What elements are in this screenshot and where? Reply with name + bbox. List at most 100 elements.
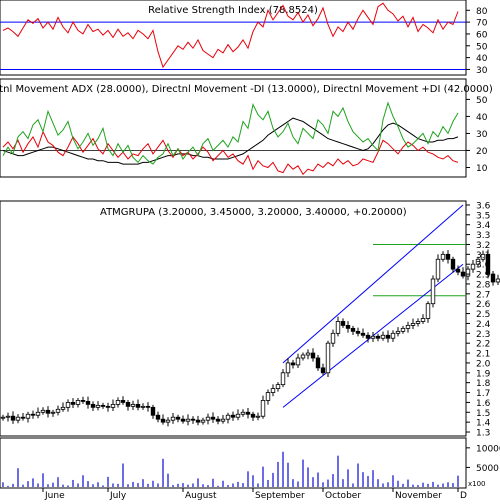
candle-body: [220, 418, 226, 422]
candle-body: [170, 416, 176, 421]
rsi-y-axis-tick-label: 70: [476, 19, 488, 29]
dmi-y-axis-tick-label: 40: [476, 113, 488, 123]
candle-body: [385, 334, 391, 339]
x-axis-month-label: November: [395, 491, 442, 500]
candle-body: [240, 411, 246, 415]
x-axis: June July August September October November D: [42, 488, 467, 501]
candle-body: [465, 268, 471, 277]
price-y-axis-tick-label: 2.1: [476, 350, 490, 360]
candle-body: [445, 253, 451, 260]
candle-body: [300, 354, 306, 359]
candle-body: [355, 330, 361, 334]
candle-body: [330, 332, 336, 344]
x-axis-month-label: August: [185, 491, 217, 500]
price-y-axis-tick-label: 2.5: [476, 310, 490, 320]
volume-y-axis-tick-label: 10000: [476, 444, 500, 454]
price-y-axis-tick-label: 2.6: [476, 300, 491, 310]
candle-body: [80, 400, 86, 402]
candle-body: [365, 334, 371, 339]
rsi-y-axis-tick-label: 30: [476, 66, 488, 76]
candle-body: [305, 352, 311, 356]
candle-body: [200, 419, 206, 423]
price-y-axis-tick-label: 3.2: [476, 241, 490, 251]
candle-body: [310, 352, 316, 359]
candle-body: [495, 278, 500, 283]
rsi-y-axis-tick-label: 40: [476, 54, 488, 64]
candle-body: [370, 335, 376, 339]
price-y-axis-tick-label: 3.6: [476, 201, 491, 211]
candle-body: [400, 327, 406, 332]
x-axis-month-label: July: [109, 491, 127, 500]
rsi-panel: Relative Strength Index (78.8524) 30 40 50…: [0, 0, 488, 76]
candle-body: [40, 409, 46, 413]
price-y-axis-tick-label: 2.0: [476, 359, 491, 369]
price-y-axis-tick-label: 2.9: [476, 271, 491, 281]
candle-body: [315, 357, 321, 369]
candle-body: [60, 406, 66, 410]
candle-body: [90, 403, 96, 408]
candle-body: [455, 268, 461, 273]
candle-body: [340, 321, 346, 326]
candle-body: [165, 419, 171, 423]
price-y-axis-tick-label: 1.9: [476, 369, 491, 379]
candle-body: [250, 413, 256, 418]
price-y-axis-tick-label: 1.8: [476, 379, 491, 389]
candle-body: [105, 405, 111, 408]
candle-body: [230, 414, 236, 418]
candle-body: [175, 416, 181, 420]
candle-body: [65, 402, 71, 408]
candle-body: [270, 388, 276, 393]
candle-body: [5, 415, 11, 418]
x-axis-month-label: June: [44, 491, 65, 500]
candle-body: [290, 362, 296, 366]
candle-body: [460, 271, 466, 277]
candle-body: [85, 401, 91, 405]
candle-body: [285, 362, 291, 374]
candle-body: [470, 263, 476, 270]
candle-body: [435, 258, 441, 280]
price-y-axis-tick-label: 3.5: [476, 211, 490, 221]
candle-body: [235, 413, 241, 418]
x-axis-month-label: D: [460, 491, 467, 500]
candle-body: [20, 416, 26, 419]
candle-body: [335, 321, 341, 334]
chart-canvas: Relative Strength Index (78.8524) 30 40 50…: [0, 0, 500, 501]
candle-body: [210, 416, 216, 420]
candle-body: [255, 415, 261, 418]
candle-body: [180, 418, 186, 422]
rsi-panel-title: Relative Strength Index (78.8524): [148, 5, 318, 16]
price-y-axis-tick-label: 2.4: [476, 320, 491, 330]
price-panel: ATMGRUPA (3.20000, 3.45000, 3.20000, 3.4…: [0, 200, 500, 439]
candle-body: [55, 408, 61, 413]
candle-body: [155, 414, 161, 420]
candle-body: [390, 332, 396, 339]
candle-body: [265, 392, 271, 401]
volume-panel: 5000 10000 x100: [0, 437, 500, 489]
candle-body: [280, 372, 286, 386]
candle-body: [450, 258, 456, 270]
volume-panel-frame: [0, 437, 467, 489]
candle-body: [115, 400, 121, 405]
x-axis-month-label: September: [255, 491, 305, 500]
candle-body: [380, 334, 386, 339]
candle-body: [195, 419, 201, 423]
candle-body: [0, 416, 6, 419]
candle-body: [425, 303, 431, 319]
rsi-y-axis-tick-label: 80: [476, 7, 488, 17]
price-y-axis-tick-label: 1.6: [476, 399, 491, 409]
candle-body: [420, 318, 426, 322]
candle-body: [275, 384, 281, 389]
candle-body: [30, 413, 36, 416]
price-y-axis-tick-label: 2.3: [476, 330, 490, 340]
stock-technical-chart: Relative Strength Index (78.8524) 30 40 50…: [0, 0, 500, 501]
candle-body: [125, 402, 131, 407]
price-panel-frame: [0, 200, 467, 437]
price-y-axis-tick-label: 1.3: [476, 429, 490, 439]
candle-body: [245, 411, 251, 415]
price-y-axis-tick-label: 3.1: [476, 251, 490, 261]
candle-body: [490, 273, 496, 283]
candle-body: [10, 415, 16, 421]
candle-body: [70, 402, 76, 405]
candle-body: [185, 418, 191, 422]
candle-body: [110, 403, 116, 408]
